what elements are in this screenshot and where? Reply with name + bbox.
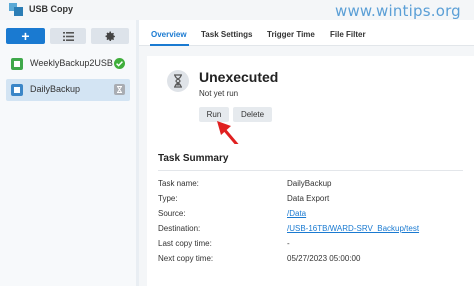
active-tab-indicator (150, 44, 189, 46)
watermark-text: www.wintips.org (335, 2, 461, 20)
task-status-title: Unexecuted (199, 69, 279, 85)
view-log-button[interactable] (50, 28, 86, 44)
summary-label: Source: (158, 209, 186, 218)
settings-button[interactable] (91, 28, 129, 44)
usb-copy-app-icon (9, 3, 23, 16)
status-idle-icon (114, 84, 125, 95)
app-title: USB Copy (29, 4, 74, 14)
add-task-button[interactable]: + (6, 28, 45, 44)
summary-value-last-copy: - (287, 239, 290, 248)
status-card: Unexecuted Not yet run Run Delete (147, 56, 474, 155)
summary-value-type: Data Export (287, 194, 330, 203)
tab-overview[interactable]: Overview (151, 30, 187, 39)
gear-icon (105, 31, 115, 41)
summary-label: Last copy time: (158, 239, 212, 248)
divider (158, 170, 463, 171)
hourglass-icon (167, 70, 189, 92)
summary-value-task-name: DailyBackup (287, 179, 332, 188)
summary-value-next-copy: 05/27/2023 05:00:00 (287, 254, 361, 263)
task-status-subtitle: Not yet run (199, 89, 239, 98)
task-sidebar: + WeeklyBackup2USB DailyBackup (0, 20, 136, 286)
main-panel: Overview Task Settings Trigger Time File… (139, 20, 474, 286)
summary-label: Type: (158, 194, 178, 203)
tab-bar: Overview Task Settings Trigger Time File… (139, 20, 474, 46)
tab-trigger-time[interactable]: Trigger Time (267, 30, 315, 39)
status-ok-icon (114, 58, 125, 69)
task-item-weeklybackup2usb[interactable]: WeeklyBackup2USB (6, 53, 130, 75)
task-summary-title: Task Summary (158, 153, 229, 164)
summary-label: Destination: (158, 224, 201, 233)
task-label: DailyBackup (30, 84, 81, 94)
list-icon (62, 31, 74, 41)
task-label: WeeklyBackup2USB (30, 58, 113, 68)
usb-copy-window: USB Copy www.wintips.org + WeeklyBackup2… (0, 0, 474, 286)
summary-label: Task name: (158, 179, 199, 188)
title-bar: USB Copy www.wintips.org (0, 0, 474, 20)
tab-task-settings[interactable]: Task Settings (201, 30, 252, 39)
destination-link[interactable]: /USB-16TB/WARD-SRV_Backup/test (287, 224, 419, 233)
tab-file-filter[interactable]: File Filter (330, 30, 366, 39)
usb-task-icon (11, 84, 23, 96)
usb-task-icon (11, 58, 23, 70)
task-summary-card: Task Summary Task name: DailyBackup Type… (147, 144, 474, 286)
task-item-dailybackup[interactable]: DailyBackup (6, 79, 130, 101)
source-link[interactable]: /Data (287, 209, 306, 218)
summary-label: Next copy time: (158, 254, 214, 263)
